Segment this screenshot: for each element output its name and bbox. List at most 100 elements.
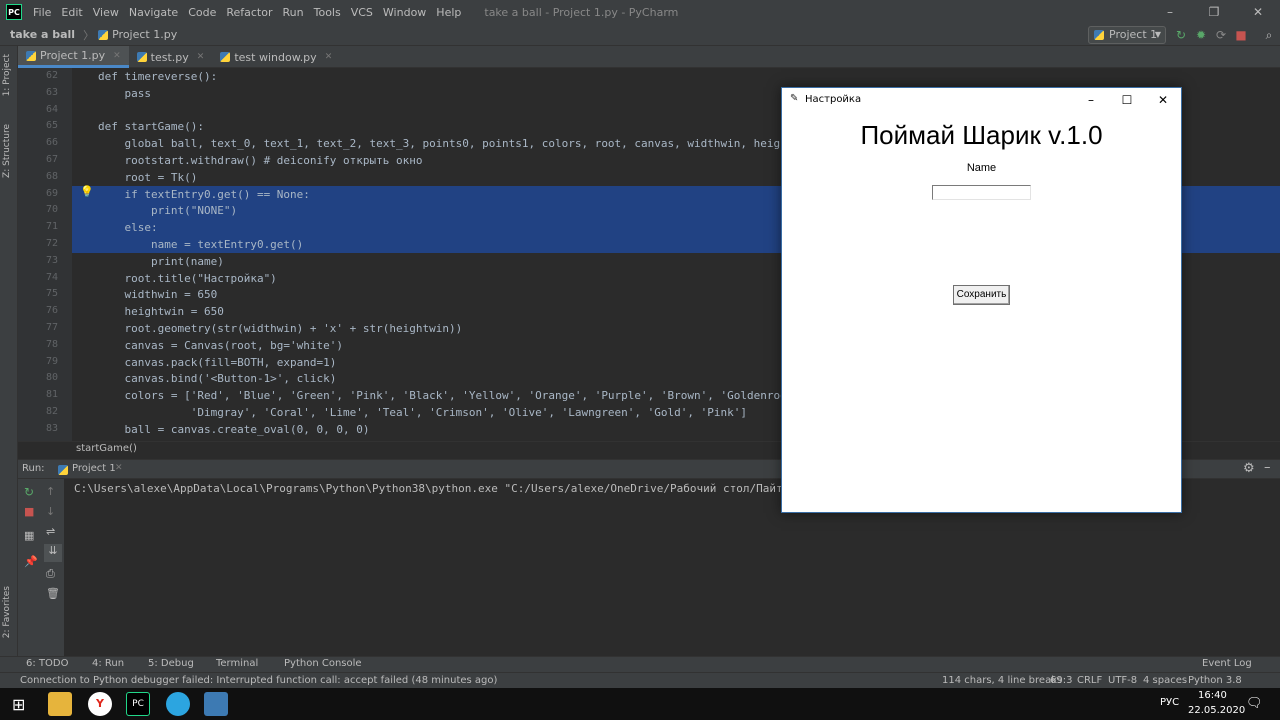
close-tab-icon[interactable]: ✕ — [115, 463, 123, 473]
close-tab-icon[interactable]: ✕ — [113, 51, 121, 61]
search-icon[interactable]: ⌕ — [1262, 28, 1276, 42]
lightbulb-icon[interactable]: 💡 — [80, 185, 94, 198]
file-explorer-icon[interactable] — [48, 692, 72, 716]
tab-test-window[interactable]: test window.py ✕ — [212, 46, 340, 68]
minimize-button[interactable]: – — [1148, 0, 1192, 24]
menu-tools[interactable]: Tools — [309, 6, 346, 19]
menu-vcs[interactable]: VCS — [346, 6, 378, 19]
close-window-button[interactable]: ✕ — [1236, 0, 1280, 24]
menu-navigate[interactable]: Navigate — [124, 6, 183, 19]
navigation-bar: take a ball 〉 Project 1.py Project 1 ▼ ↻… — [0, 24, 1280, 46]
windows-start-icon[interactable]: ⊞ — [12, 695, 25, 714]
code-line: heightwin = 650 — [98, 305, 224, 319]
soft-wrap-icon[interactable]: ⇌ — [46, 525, 55, 538]
code-line: pass — [98, 86, 151, 100]
run-label: Run: — [22, 463, 45, 474]
code-line: widthwin = 650 — [98, 288, 218, 302]
name-input[interactable] — [932, 185, 1031, 200]
run-tab[interactable]: Project 1 — [72, 463, 116, 474]
tab-terminal[interactable]: Terminal — [216, 658, 258, 669]
trash-icon[interactable]: 🗑 — [46, 587, 60, 600]
tk-minimize-button[interactable]: – — [1073, 90, 1109, 110]
arrow-up-icon[interactable]: ↑ — [46, 485, 55, 498]
caret-position[interactable]: 69:3 — [1050, 675, 1072, 686]
status-bar: Connection to Python debugger failed: In… — [0, 672, 1280, 688]
interpreter[interactable]: Python 3.8 — [1188, 675, 1242, 686]
line-separator[interactable]: CRLF — [1077, 675, 1102, 686]
telegram-icon[interactable] — [166, 692, 190, 716]
tab-python-console[interactable]: Python Console — [284, 658, 362, 669]
clock-time[interactable]: 16:40 — [1198, 690, 1227, 701]
code-line: print(name) — [98, 254, 224, 268]
run-config-dropdown[interactable]: Project 1 ▼ — [1088, 26, 1166, 44]
favorites-tool-tab[interactable]: 2: Favorites — [2, 586, 12, 638]
tab-test[interactable]: test.py ✕ — [129, 46, 213, 68]
pin-icon[interactable]: 📌 — [24, 555, 38, 568]
stop-icon[interactable]: ■ — [24, 505, 34, 518]
menu-refactor[interactable]: Refactor — [221, 6, 277, 19]
gear-icon[interactable]: ⚙ — [1243, 461, 1255, 476]
run-config-label: Project 1 — [1109, 28, 1158, 41]
window-title: take a ball - Project 1.py - PyCharm — [484, 5, 679, 19]
close-tab-icon[interactable]: ✕ — [325, 52, 333, 62]
language-indicator[interactable]: РУС — [1160, 697, 1179, 708]
python-taskbar-icon[interactable] — [204, 692, 228, 716]
tk-close-button[interactable]: ✕ — [1145, 90, 1181, 110]
save-button[interactable]: Сохранить — [953, 285, 1010, 305]
tab-project1[interactable]: Project 1.py ✕ — [18, 46, 129, 68]
breadcrumb-project[interactable]: take a ball — [6, 28, 79, 41]
left-tool-strip: 1: Project Z: Structure 2: Favorites — [0, 46, 18, 656]
python-file-icon — [136, 52, 147, 62]
line-number: 79 — [45, 355, 58, 367]
debug-icon[interactable]: ✹ — [1194, 28, 1208, 42]
layout-icon[interactable]: ▦ — [24, 529, 34, 542]
indent-setting[interactable]: 4 spaces — [1143, 675, 1187, 686]
pycharm-taskbar-icon[interactable]: PC — [126, 692, 150, 716]
hide-panel-icon[interactable]: – — [1264, 460, 1271, 475]
tk-maximize-button[interactable]: ☐ — [1109, 90, 1145, 110]
code-line: print("NONE") — [98, 204, 238, 218]
yandex-browser-icon[interactable]: Y — [88, 692, 112, 716]
code-line: else: — [98, 221, 158, 235]
clock-date[interactable]: 22.05.2020 — [1188, 705, 1245, 716]
project-tool-tab[interactable]: 1: Project — [2, 54, 12, 96]
line-number: 69 — [45, 187, 58, 199]
code-line: def startGame(): — [98, 120, 204, 134]
structure-tool-tab[interactable]: Z: Structure — [2, 124, 12, 178]
tab-debug[interactable]: 5: Debug — [148, 658, 194, 669]
breadcrumb-file[interactable]: Project 1.py — [108, 28, 181, 41]
tab-todo[interactable]: 6: TODO — [26, 658, 68, 669]
menu-file[interactable]: File — [28, 6, 56, 19]
scroll-to-end-icon[interactable]: ⇊ — [44, 544, 62, 562]
coverage-icon[interactable]: ⟳ — [1214, 28, 1228, 42]
function-breadcrumb[interactable]: startGame() — [76, 443, 137, 454]
line-number: 72 — [45, 238, 58, 249]
python-icon — [58, 465, 68, 475]
close-tab-icon[interactable]: ✕ — [197, 52, 205, 62]
maximize-button[interactable]: ❐ — [1192, 0, 1236, 24]
code-line: global ball, text_0, text_1, text_2, tex… — [98, 137, 834, 151]
code-line: canvas = Canvas(root, bg='white') — [98, 338, 344, 352]
arrow-down-icon[interactable]: ↓ — [46, 505, 55, 518]
code-line: root = Tk() — [98, 170, 198, 184]
editor-tabs: Project 1.py ✕ test.py ✕ test window.py … — [18, 46, 1280, 68]
menu-run[interactable]: Run — [278, 6, 309, 19]
rerun-icon[interactable]: ↻ — [24, 485, 34, 499]
menu-edit[interactable]: Edit — [56, 6, 87, 19]
event-log-tab[interactable]: Event Log — [1202, 658, 1252, 669]
notification-icon[interactable]: 🗨 — [1246, 696, 1263, 711]
bottom-tool-tabs: 6: TODO 4: Run 5: Debug Terminal Python … — [0, 656, 1280, 672]
tab-run[interactable]: 4: Run — [92, 658, 124, 669]
status-message[interactable]: Connection to Python debugger failed: In… — [20, 675, 497, 686]
menu-help[interactable]: Help — [431, 6, 466, 19]
rerun-icon[interactable]: ↻ — [1174, 28, 1188, 42]
stop-icon[interactable]: ■ — [1234, 28, 1248, 42]
code-line: colors = ['Red', 'Blue', 'Green', 'Pink'… — [98, 389, 834, 403]
print-icon[interactable]: ⎙ — [46, 567, 55, 581]
char-count: 114 chars, 4 line breaks — [942, 675, 1063, 686]
menu-code[interactable]: Code — [183, 6, 221, 19]
menu-window[interactable]: Window — [378, 6, 431, 19]
line-number: 66 — [45, 137, 58, 149]
menu-view[interactable]: View — [88, 6, 124, 19]
file-encoding[interactable]: UTF-8 — [1108, 675, 1137, 686]
